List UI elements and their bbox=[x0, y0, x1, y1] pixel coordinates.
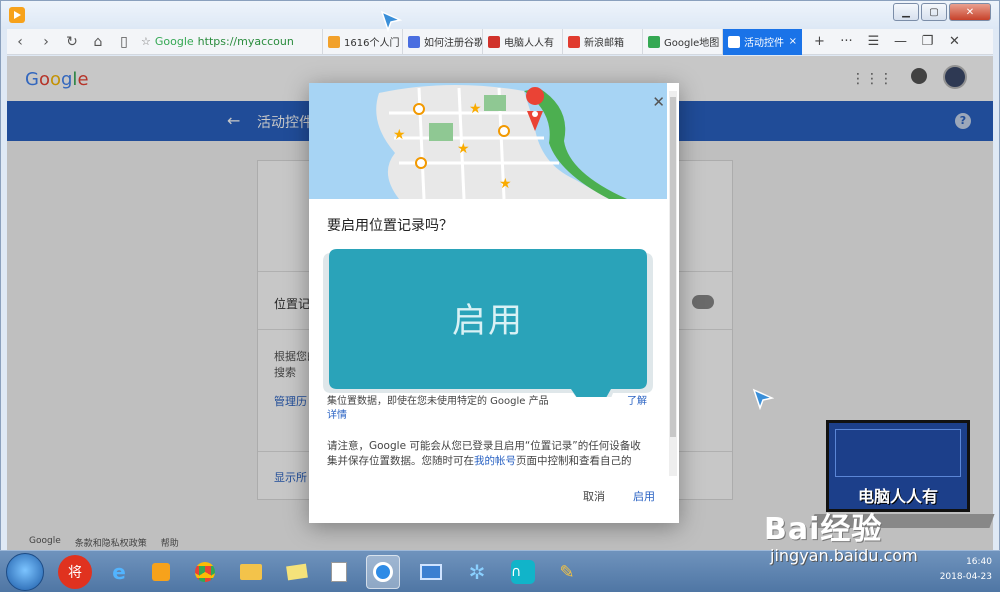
tab-strip: 1616个人门 如何注册谷歌 电脑人人有 新浪邮箱 Google地图 活动控件 × bbox=[322, 28, 802, 55]
overlay-enable-text: 启用 bbox=[452, 301, 524, 341]
browser-tab[interactable]: 1616个人门 bbox=[322, 28, 402, 55]
learn-more-link[interactable]: 了解 bbox=[627, 395, 647, 409]
app-logo-icon bbox=[9, 7, 25, 23]
star-icon[interactable]: ☆ bbox=[141, 35, 151, 48]
watermark-baidu-text: Bai经验 bbox=[764, 512, 883, 547]
dialog-close-icon[interactable]: ✕ bbox=[652, 93, 665, 111]
address-url: https://myaccoun bbox=[197, 35, 294, 48]
minimize-button[interactable]: ▁ bbox=[893, 3, 919, 21]
system-tray: 16:40 2018-04-23 bbox=[940, 555, 992, 585]
location-history-dialog: ★ ★ ★ ★ ✕ 要启用位置记录吗？ 启用 集位置数据，即使在您未使用特定的 … bbox=[309, 83, 679, 523]
tab-label: 电脑人人有 bbox=[504, 38, 554, 49]
watermark-url: jingyan.baidu.com bbox=[770, 546, 918, 565]
media-player-icon[interactable] bbox=[144, 555, 178, 589]
maximize-button[interactable]: ▢ bbox=[921, 3, 947, 21]
home-icon[interactable]: ⌂ bbox=[85, 30, 111, 54]
tab-favicon-icon bbox=[728, 35, 740, 48]
browser-taskbar-icon[interactable] bbox=[366, 555, 400, 589]
scroll-thumb[interactable] bbox=[670, 97, 676, 437]
menu-button[interactable]: ☰ bbox=[860, 34, 887, 49]
dialog-partial-text: 集位置数据，即使在您未使用特定的 Google 产品 了解 详情 bbox=[327, 395, 657, 421]
tab-label: Google地图 bbox=[664, 38, 720, 49]
forward-arrow-icon[interactable]: › bbox=[33, 30, 59, 54]
tab-favicon-icon bbox=[328, 35, 340, 48]
address-bar[interactable]: ☆ Google https://myaccoun bbox=[137, 31, 322, 53]
remote-desktop-icon[interactable] bbox=[414, 555, 448, 589]
reload-icon[interactable]: ↻ bbox=[59, 30, 85, 54]
map-illustration: ★ ★ ★ ★ bbox=[309, 83, 667, 199]
tab-label: 新浪邮箱 bbox=[584, 38, 624, 49]
dialog-actions: 取消 启用 bbox=[583, 488, 655, 504]
address-site-name: Google bbox=[154, 35, 194, 48]
svg-text:★: ★ bbox=[499, 176, 512, 192]
pinwheel-icon[interactable]: ✲ bbox=[460, 555, 494, 589]
toolbar-right: + ··· ☰ — ❐ ✕ bbox=[806, 34, 968, 49]
watermark-laptop-image: 电脑人人有 bbox=[826, 420, 970, 512]
notes-icon[interactable] bbox=[280, 555, 314, 589]
back-arrow-icon[interactable]: ‹ bbox=[7, 30, 33, 54]
tray-clock-date: 2018-04-23 bbox=[939, 572, 992, 582]
close-inner-button[interactable]: ✕ bbox=[941, 34, 968, 49]
tab-favicon-icon bbox=[408, 35, 420, 48]
tab-label: 1616个人门 bbox=[344, 38, 400, 49]
browser-toolbar: ‹ › ↻ ⌂ ▯ ☆ Google https://myaccoun 1616… bbox=[7, 28, 993, 55]
tab-favicon-icon bbox=[648, 35, 660, 48]
browser-tab[interactable]: 新浪邮箱 bbox=[562, 28, 642, 55]
paint-icon[interactable]: ✎ bbox=[550, 555, 584, 589]
watermark-screen bbox=[835, 429, 961, 477]
headset-icon[interactable]: ∩ bbox=[506, 555, 540, 589]
minimize-inner-button[interactable]: — bbox=[887, 34, 914, 49]
enable-button[interactable]: 启用 bbox=[633, 488, 655, 504]
title-bar: ▁ ▢ ✕ bbox=[1, 1, 999, 29]
reader-icon[interactable]: ▯ bbox=[111, 30, 137, 54]
document-icon[interactable] bbox=[322, 555, 356, 589]
tab-favicon-icon bbox=[568, 35, 580, 48]
tray-clock-time: 16:40 bbox=[966, 557, 992, 567]
tab-label: 活动控件 bbox=[744, 38, 784, 49]
new-tab-button[interactable]: + bbox=[806, 34, 833, 49]
window-controls: ▁ ▢ ✕ bbox=[893, 3, 991, 21]
svg-text:★: ★ bbox=[469, 101, 482, 117]
start-button[interactable] bbox=[6, 553, 44, 591]
cancel-button[interactable]: 取消 bbox=[583, 488, 605, 504]
svg-text:★: ★ bbox=[393, 127, 406, 143]
dialog-notice: 请注意，Google 可能会从您已登录且启用“位置记录”的任何设备收集并保存位置… bbox=[327, 439, 649, 469]
cursor-arrow-icon bbox=[752, 388, 774, 410]
browser-tab[interactable]: 电脑人人有 bbox=[482, 28, 562, 55]
restore-inner-button[interactable]: ❐ bbox=[914, 34, 941, 49]
tab-favicon-icon bbox=[488, 35, 500, 48]
more-button[interactable]: ··· bbox=[833, 34, 860, 49]
browser-tab[interactable]: Google地图 bbox=[642, 28, 722, 55]
cursor-arrow-icon bbox=[380, 10, 402, 32]
my-account-link[interactable]: 我的帐号 bbox=[474, 455, 516, 467]
browser-tab[interactable]: 如何注册谷歌 bbox=[402, 28, 482, 55]
taskbar-app-icon[interactable]: 将 bbox=[58, 555, 92, 589]
folder-icon[interactable] bbox=[234, 555, 268, 589]
tab-label: 如何注册谷歌 bbox=[424, 38, 482, 49]
dialog-scrollbar[interactable] bbox=[669, 91, 677, 476]
dialog-title: 要启用位置记录吗？ bbox=[327, 218, 453, 234]
browser-tab[interactable]: 活动控件 × bbox=[722, 28, 802, 55]
close-window-button[interactable]: ✕ bbox=[949, 3, 991, 21]
tab-close-icon[interactable]: × bbox=[789, 36, 797, 47]
details-link[interactable]: 详情 bbox=[327, 409, 347, 423]
ie-icon[interactable]: e bbox=[102, 555, 136, 589]
chrome-icon[interactable] bbox=[188, 555, 222, 589]
svg-text:★: ★ bbox=[457, 141, 470, 157]
partial-text: 集位置数据，即使在您未使用特定的 Google 产品 bbox=[327, 396, 549, 407]
notice-text-after: 页面中控制和查看自己的 bbox=[516, 455, 632, 467]
